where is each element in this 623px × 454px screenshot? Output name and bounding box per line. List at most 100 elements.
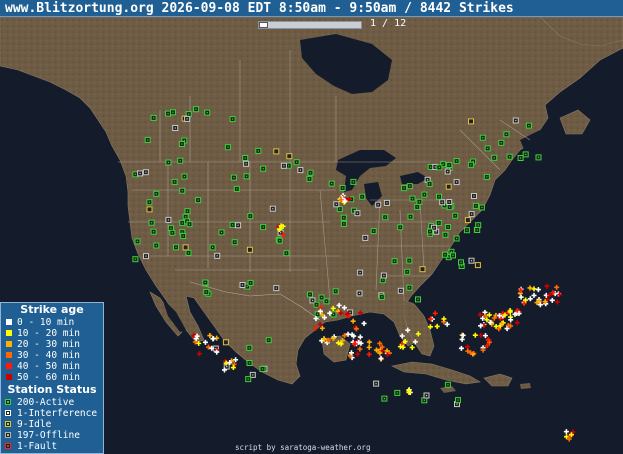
station-marker (283, 250, 290, 257)
station-marker (406, 183, 413, 190)
station-marker (414, 203, 421, 210)
title-bar: www.Blitzortung.org 2026-09-08 EDT 8:50a… (0, 0, 623, 17)
legend-age-20-30: 20 - 30 min (1, 339, 103, 350)
station-marker (468, 118, 474, 125)
station-marker (229, 116, 236, 123)
station-marker (214, 252, 221, 259)
station-marker (340, 220, 347, 227)
station-marker (498, 139, 505, 146)
station-marker (209, 244, 216, 251)
station-marker (406, 257, 413, 264)
legend-age-30-40: 30 - 40 min (1, 350, 103, 361)
station-marker (340, 214, 347, 221)
station-marker (137, 170, 144, 177)
station-marker (350, 178, 357, 185)
station-marker (450, 252, 456, 259)
station-marker (445, 224, 452, 230)
station-marker (246, 344, 253, 351)
frame-slider[interactable] (258, 21, 362, 29)
station-marker (231, 239, 238, 246)
station-marker (356, 290, 363, 297)
station-marker (146, 199, 153, 206)
station-marker (246, 360, 253, 366)
station-marker (242, 155, 249, 161)
station-marker (265, 337, 272, 344)
station-marker (165, 110, 172, 117)
station-marker (165, 159, 172, 166)
station-marker (229, 221, 236, 228)
station-marker (370, 228, 377, 235)
strike-color-swatch (6, 341, 12, 347)
station-marker (419, 266, 426, 273)
station-marker (195, 197, 202, 204)
station-marker (468, 211, 475, 218)
station-marker (286, 153, 293, 160)
station-marker (463, 227, 470, 234)
legend-age-0-10: 0 - 10 min (1, 317, 103, 328)
station-marker (444, 168, 451, 175)
station-marker (416, 198, 423, 205)
strike-color-swatch (6, 374, 12, 380)
station-marker (362, 234, 369, 241)
station-marker (474, 262, 481, 269)
station-marker (148, 219, 155, 226)
station-marker (336, 206, 343, 213)
station-marker (224, 144, 231, 151)
legend-station-active: 200-Active (1, 397, 103, 408)
station-marker (452, 212, 459, 219)
station-marker (193, 106, 200, 113)
station-marker (153, 242, 160, 249)
station-marker (423, 392, 430, 399)
legend-station-fault: 1-Fault (1, 441, 103, 452)
frame-slider-handle[interactable] (259, 22, 268, 28)
station-marker (255, 147, 262, 154)
station-marker (471, 193, 477, 199)
station-marker (427, 228, 433, 235)
station-marker (525, 122, 532, 129)
station-swatch (5, 432, 11, 438)
station-marker (333, 201, 340, 208)
station-marker (406, 284, 413, 291)
station-marker (464, 217, 471, 224)
station-marker (243, 173, 250, 180)
station-marker (280, 162, 287, 169)
legend-station-idle: 9-Idle (1, 419, 103, 430)
station-marker (435, 220, 442, 226)
station-marker (446, 204, 453, 211)
station-marker (517, 155, 524, 161)
station-marker (478, 204, 485, 211)
station-swatch (5, 410, 11, 416)
station-marker (132, 256, 139, 263)
station-marker (484, 145, 491, 152)
strike-color-swatch (6, 352, 12, 358)
station-marker (182, 244, 189, 251)
station-marker (179, 219, 186, 226)
station-marker (436, 164, 443, 171)
credit-text: script by saratoga-weather.org (235, 443, 371, 452)
station-marker (453, 179, 460, 186)
station-marker (378, 293, 385, 300)
legend-age-50-60: 50 - 60 min (1, 372, 103, 383)
station-marker (180, 233, 187, 239)
station-marker (375, 201, 382, 208)
station-marker (357, 269, 364, 276)
station-marker (323, 298, 330, 305)
station-marker (394, 389, 401, 396)
map-title: www.Blitzortung.org 2026-09-08 EDT 8:50a… (5, 1, 514, 16)
station-marker (273, 148, 280, 155)
station-marker (397, 224, 404, 231)
station-marker (444, 381, 451, 388)
station-marker (439, 199, 446, 206)
station-marker (512, 117, 519, 124)
station-marker (409, 195, 416, 202)
station-marker (421, 397, 428, 404)
station-marker (143, 253, 149, 260)
legend-panel: Strike age 0 - 10 min 10 - 20 min 20 - 3… (0, 302, 104, 454)
station-marker (171, 178, 178, 185)
station-marker (446, 199, 453, 205)
legend-age-40-50: 40 - 50 min (1, 361, 103, 372)
station-marker (247, 279, 254, 286)
station-marker (235, 222, 242, 229)
station-marker (177, 157, 184, 164)
station-marker (503, 131, 510, 138)
